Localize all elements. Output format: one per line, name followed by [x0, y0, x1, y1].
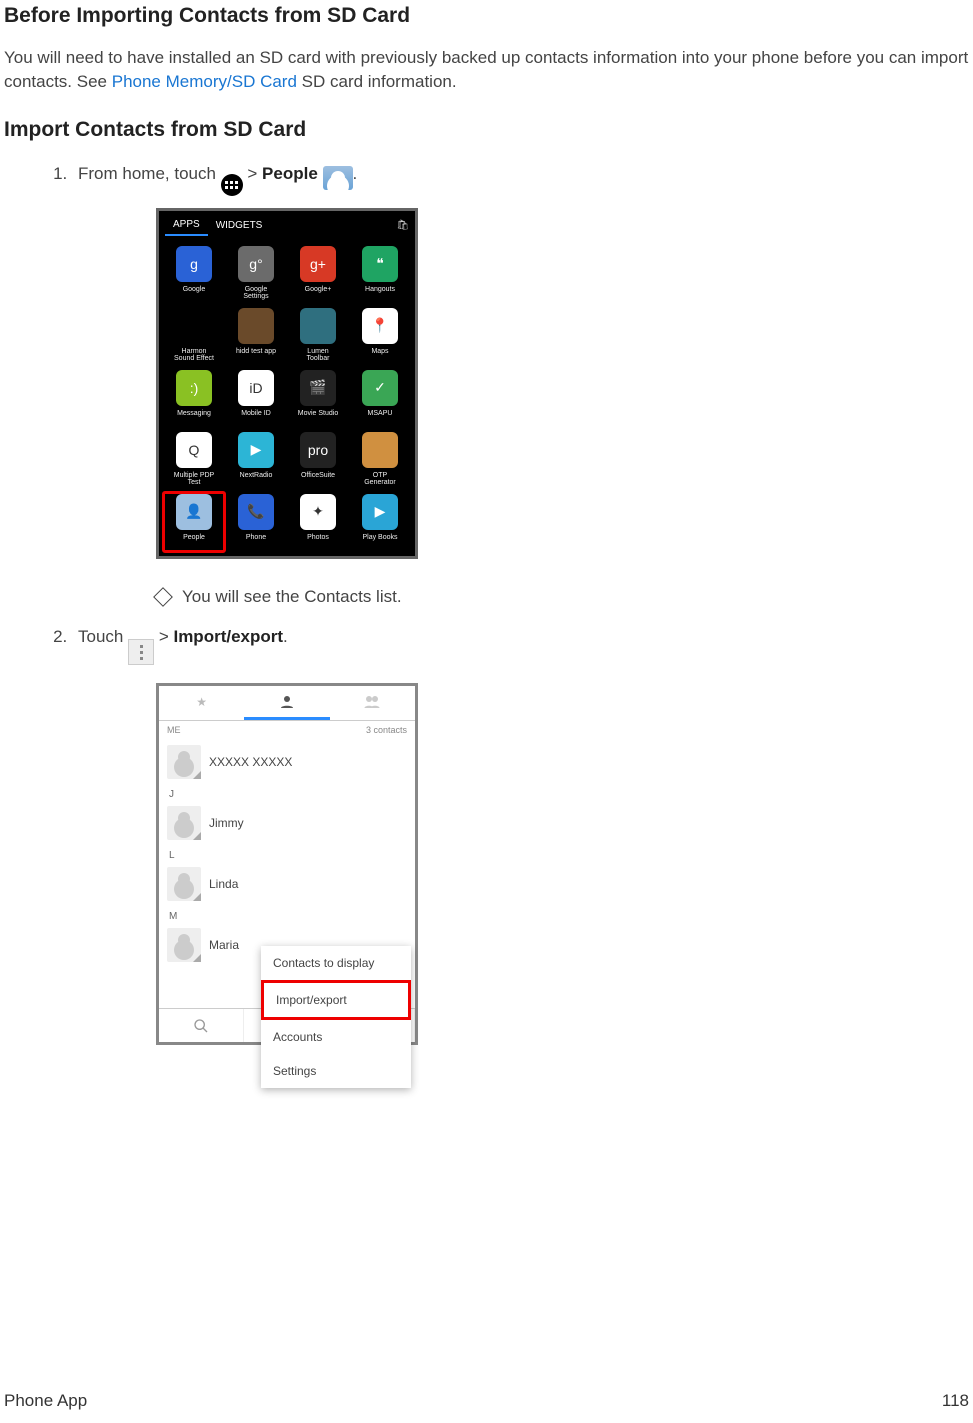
screenshot-app-drawer: APPS WIDGETS 🛍 gGoogleg°Google Settingsg… — [156, 208, 418, 559]
heading-import: Import Contacts from SD Card — [4, 118, 969, 142]
intro-text-2: SD card information. — [297, 72, 457, 91]
screenshot-contacts-list: ★ ME 3 contacts XXXXX XXXXX J Jimmy L Linda M… — [156, 683, 418, 1045]
app-harmon-sound-effect: Harmon Sound Effect — [163, 306, 225, 366]
tab-widgets: WIDGETS — [208, 216, 271, 235]
section-letter: J — [159, 785, 415, 800]
app-maps: 📍Maps — [349, 306, 411, 366]
me-label: ME — [167, 725, 181, 735]
menu-item-contacts-to-display: Contacts to display — [261, 946, 411, 980]
step1-pre: From home, touch — [78, 164, 221, 183]
link-phone-memory[interactable]: Phone Memory/SD Card — [112, 72, 297, 91]
contact-item: XXXXX XXXXX — [159, 739, 415, 785]
app-hidd-test-app: hidd test app — [225, 306, 287, 366]
avatar — [167, 745, 201, 779]
app-msapu: ✓MSAPU — [349, 368, 411, 428]
app-phone: 📞Phone — [225, 492, 287, 552]
apps-grid-icon — [221, 174, 243, 196]
tab-apps: APPS — [165, 215, 208, 236]
shop-icon: 🛍 — [396, 220, 409, 231]
app-multiple-pdp-test: QMultiple PDP Test — [163, 430, 225, 490]
app-otp-generator: OTP Generator — [349, 430, 411, 490]
contact-item: Linda — [159, 861, 415, 907]
app-nextradio: ▶NextRadio — [225, 430, 287, 490]
app-play-books: ▶Play Books — [349, 492, 411, 552]
section-letter: L — [159, 846, 415, 861]
step1-period: . — [353, 164, 358, 183]
tab-favorites: ★ — [159, 686, 244, 720]
menu-item-import-export: Import/export — [261, 980, 411, 1020]
app-hangouts: ❝Hangouts — [349, 244, 411, 304]
footer-right: 118 — [942, 1391, 969, 1411]
contact-item: Jimmy — [159, 800, 415, 846]
footer-left: Phone App — [4, 1391, 87, 1411]
note-contacts-list: You will see the Contacts list. — [182, 587, 402, 607]
menu-item-settings: Settings — [261, 1054, 411, 1088]
app-lumen-toolbar: Lumen Toolbar — [287, 306, 349, 366]
contacts-count: 3 contacts — [366, 725, 407, 735]
tab-groups — [330, 686, 415, 720]
step-1: From home, touch > People . APPS WIDGETS… — [72, 164, 969, 607]
menu-item-accounts: Accounts — [261, 1020, 411, 1054]
app-google-settings: g°Google Settings — [225, 244, 287, 304]
step2-pre: Touch — [78, 627, 128, 646]
avatar — [167, 806, 201, 840]
app-google+: g+Google+ — [287, 244, 349, 304]
step2-period: . — [283, 627, 288, 646]
app-mobile-id: iDMobile ID — [225, 368, 287, 428]
avatar — [167, 928, 201, 962]
contact-name: XXXXX XXXXX — [209, 755, 292, 769]
avatar — [167, 867, 201, 901]
bullet-icon — [153, 587, 173, 607]
app-google: gGoogle — [163, 244, 225, 304]
menu-overflow-icon — [128, 639, 154, 665]
contact-name: Maria — [209, 938, 239, 952]
step2-label: Import/export — [173, 627, 283, 646]
step1-people: People — [262, 164, 318, 183]
app-messaging: :)Messaging — [163, 368, 225, 428]
tab-all-contacts — [244, 686, 329, 720]
heading-before: Before Importing Contacts from SD Card — [4, 4, 969, 28]
app-photos: ✦Photos — [287, 492, 349, 552]
app-movie-studio: 🎬Movie Studio — [287, 368, 349, 428]
step-2: Touch > Import/export. ★ ME 3 contacts X… — [72, 627, 969, 1046]
intro-paragraph: You will need to have installed an SD ca… — [4, 46, 969, 94]
contact-name: Linda — [209, 877, 238, 891]
highlight-people-app — [162, 491, 226, 553]
step2-gt: > — [154, 627, 173, 646]
contact-name: Jimmy — [209, 816, 244, 830]
app-officesuite: proOfficeSuite — [287, 430, 349, 490]
search-icon — [159, 1009, 244, 1042]
people-app-icon — [323, 166, 353, 190]
overflow-menu: Contacts to displayImport/exportAccounts… — [261, 946, 411, 1088]
section-letter: M — [159, 907, 415, 922]
step1-gt: > — [243, 164, 262, 183]
